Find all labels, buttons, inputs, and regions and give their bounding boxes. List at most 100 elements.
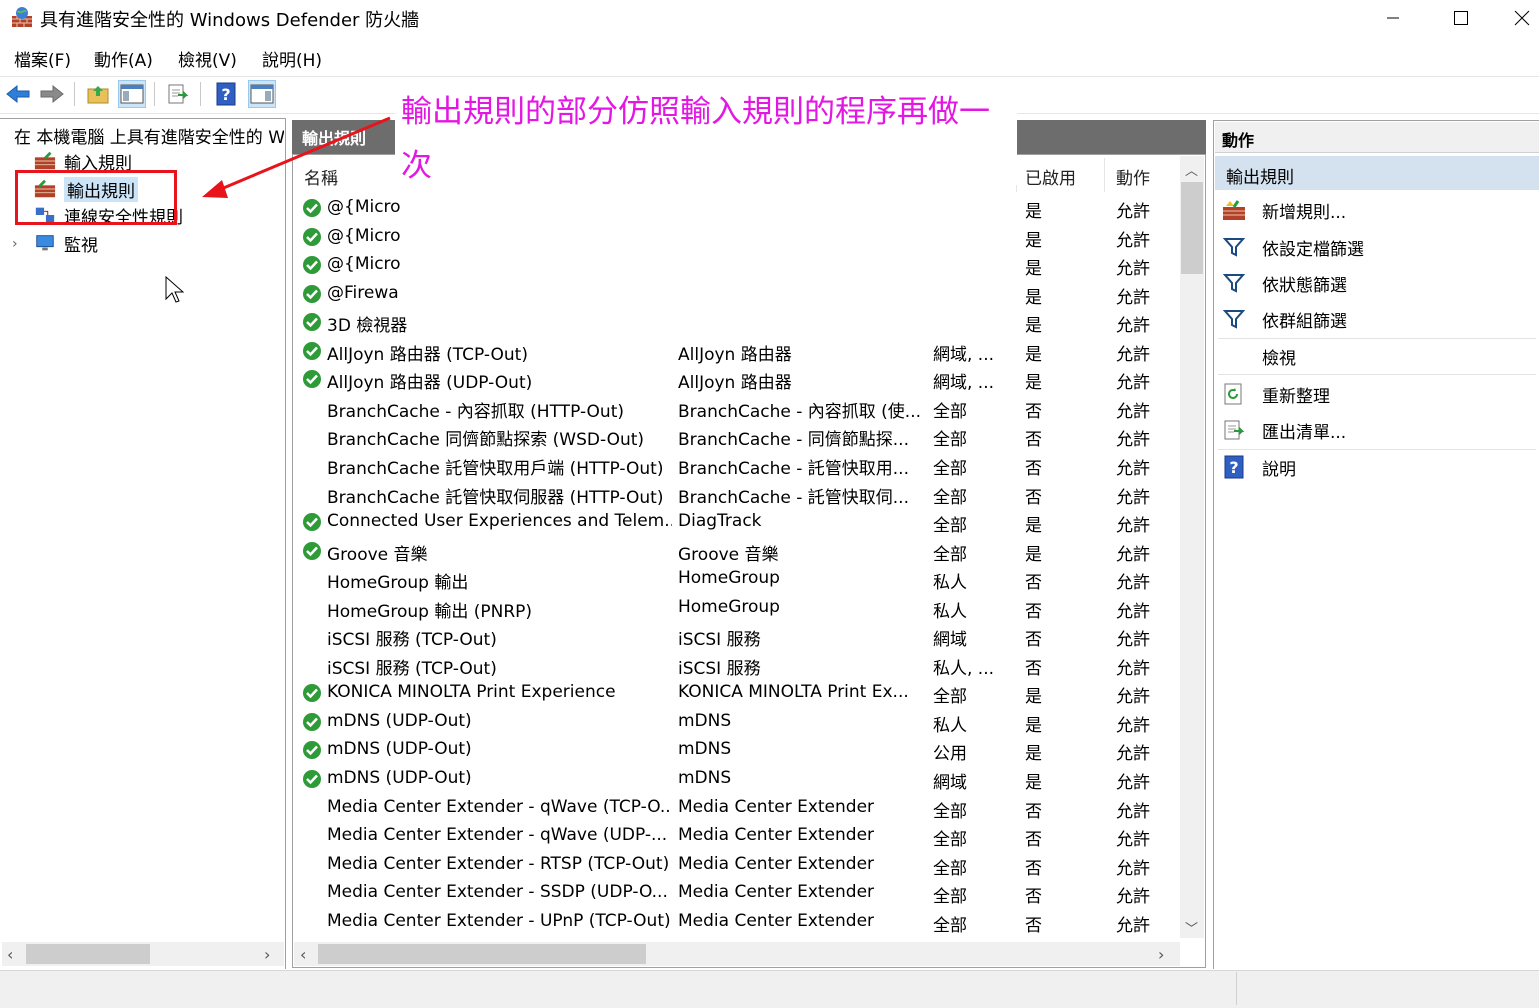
menu-view[interactable]: 檢視(V) <box>178 46 237 71</box>
action-filter-by-state[interactable]: 依狀態篩選 <box>1222 268 1347 298</box>
cell-name: AllJoyn 路由器 (TCP-Out) <box>327 344 528 365</box>
table-row[interactable]: BranchCache 託管快取伺服器 (HTTP-Out) BranchCach… <box>300 480 1180 508</box>
table-row[interactable]: @{Micro 是允許 <box>300 251 1180 279</box>
table-row[interactable]: mDNS (UDP-Out) mDNS 網域 是 允許 <box>300 765 1180 793</box>
cell-group: Media Center Extender <box>678 853 875 874</box>
cell-enabled: 否 <box>1025 430 1042 451</box>
table-row[interactable]: BranchCache 同儕節點探索 (WSD-Out) BranchCache … <box>300 422 1180 450</box>
show-hide-action-button[interactable] <box>248 80 276 108</box>
cell-name: @{Micro <box>327 254 401 275</box>
export-list-icon <box>168 84 189 104</box>
rules-scrollbar-thumb[interactable] <box>1181 182 1203 274</box>
table-row[interactable]: HomeGroup 輸出 HomeGroup 私人 否 允許 <box>300 565 1180 593</box>
action-refresh[interactable]: 重新整理 <box>1222 379 1330 409</box>
filter-icon <box>1223 274 1245 293</box>
table-row[interactable]: BranchCache 託管快取用戶端 (HTTP-Out) BranchCach… <box>300 451 1180 479</box>
table-row[interactable]: @{Micro 是允許 <box>300 223 1180 251</box>
cell-action: 允許 <box>1116 715 1150 736</box>
action-filter-by-profile[interactable]: 依設定檔篩選 <box>1222 232 1364 262</box>
action-new-rule[interactable]: 新增規則... <box>1222 195 1346 225</box>
table-row[interactable]: @Firewa 是 允許 <box>300 280 1180 308</box>
table-row[interactable]: mDNS (UDP-Out) mDNS 私人 是 允許 <box>300 708 1180 736</box>
cell-profile: 全部 <box>933 858 967 879</box>
back-icon <box>6 84 30 104</box>
menu-action[interactable]: 動作(A) <box>94 46 153 71</box>
table-row[interactable]: AllJoyn 路由器 (TCP-Out) AllJoyn 路由器 網域, ... 是… <box>300 337 1180 365</box>
rules-horizontal-thumb[interactable] <box>318 944 646 964</box>
enabled-check-icon <box>303 541 321 560</box>
menu-file[interactable]: 檔案(F) <box>14 46 71 71</box>
table-row[interactable]: Groove 音樂 Groove 音樂 全部 是 允許 <box>300 537 1180 565</box>
table-row[interactable]: KONICA MINOLTA Print Experience KONICA MI… <box>300 679 1180 707</box>
cell-action: 允許 <box>1116 487 1150 508</box>
action-label: 依設定檔篩選 <box>1262 239 1364 260</box>
table-row[interactable]: AllJoyn 路由器 (UDP-Out) AllJoyn 路由器 網域, ... 是… <box>300 365 1180 393</box>
table-row[interactable]: Media Center Extender - UPnP (TCP-Out) Me… <box>300 908 1180 936</box>
help-button[interactable]: ? <box>212 80 240 108</box>
help-icon: ? <box>216 82 236 106</box>
inbound-rules-icon <box>34 151 56 170</box>
cell-profile: 全部 <box>933 516 967 537</box>
cell-profile: 私人 <box>933 715 967 736</box>
cell-group: BranchCache - 內容抓取 (使... <box>678 401 922 422</box>
table-row[interactable]: iSCSI 服務 (TCP-Out) iSCSI 服務 私人, ... 否 允許 <box>300 651 1180 679</box>
table-row[interactable]: Connected User Experiences and Telem... D… <box>300 508 1180 536</box>
cell-action: 允許 <box>1116 259 1150 280</box>
column-header-enabled[interactable]: 已啟用 <box>1025 164 1076 189</box>
table-row[interactable]: BranchCache - 內容抓取 (HTTP-Out) BranchCache… <box>300 394 1180 422</box>
table-row[interactable]: mDNS (UDP-Out) mDNS 公用 是 允許 <box>300 736 1180 764</box>
scroll-left-arrow-icon[interactable]: ‹ <box>300 945 306 964</box>
status-divider <box>1236 972 1237 1005</box>
table-row[interactable]: iSCSI 服務 (TCP-Out) iSCSI 服務 網域 否 允許 <box>300 622 1180 650</box>
enabled-check-icon <box>303 684 321 703</box>
cell-action: 允許 <box>1116 915 1150 936</box>
menu-help[interactable]: 說明(H) <box>262 46 322 71</box>
cell-enabled: 是 <box>1025 715 1042 736</box>
cell-action: 允許 <box>1116 430 1150 451</box>
table-row[interactable]: Media Center Extender - RTSP (TCP-Out) Me… <box>300 851 1180 879</box>
action-filter-by-group[interactable]: 依群組篩選 <box>1222 304 1347 334</box>
expand-chevron-icon[interactable]: › <box>12 236 18 252</box>
scroll-right-arrow-icon[interactable]: › <box>1158 945 1164 964</box>
table-row[interactable]: @{Micro 是允許 <box>300 194 1180 222</box>
column-header-action[interactable]: 動作 <box>1116 164 1150 189</box>
table-row[interactable]: HomeGroup 輸出 (PNRP) HomeGroup 私人 否 允許 <box>300 594 1180 622</box>
table-row[interactable]: Media Center Extender - qWave (UDP-... Me… <box>300 822 1180 850</box>
export-list-button[interactable] <box>164 80 192 108</box>
action-label: 匯出清單... <box>1262 422 1347 443</box>
cell-profile: 全部 <box>933 487 967 508</box>
close-button[interactable] <box>1505 0 1539 36</box>
cell-enabled: 否 <box>1025 887 1042 908</box>
scroll-right-arrow-icon[interactable]: › <box>264 945 270 964</box>
action-export-list[interactable]: 匯出清單... <box>1222 415 1346 445</box>
scroll-up-arrow-icon[interactable]: ︿ <box>1185 160 1198 179</box>
show-hide-tree-icon <box>120 84 144 104</box>
enabled-check-icon <box>303 712 321 731</box>
cell-name: Media Center Extender - UPnP (TCP-Out) <box>327 910 671 931</box>
enabled-check-icon <box>303 370 321 389</box>
minimize-button[interactable] <box>1370 0 1416 36</box>
action-view[interactable]: 檢視 <box>1222 341 1296 371</box>
mouse-cursor-icon <box>165 275 184 303</box>
table-row[interactable]: 3D 檢視器 是 允許 <box>300 308 1180 336</box>
show-hide-tree-button[interactable] <box>118 80 146 108</box>
cell-action: 允許 <box>1116 858 1150 879</box>
window-title: 具有進階安全性的 Windows Defender 防火牆 <box>40 10 420 31</box>
tree-item-label: 監視 <box>64 235 98 256</box>
table-row[interactable]: Media Center Extender - SSDP (UDP-O... Me… <box>300 879 1180 907</box>
left-scrollbar-thumb[interactable] <box>26 944 150 964</box>
scroll-down-arrow-icon[interactable]: ﹀ <box>1185 918 1198 937</box>
forward-button[interactable] <box>38 80 66 108</box>
maximize-button[interactable] <box>1438 0 1484 36</box>
cell-enabled: 是 <box>1025 544 1042 565</box>
cell-group: BranchCache - 同儕節點探... <box>678 430 909 451</box>
cell-group: Media Center Extender <box>678 882 875 903</box>
tree-item-monitoring[interactable]: 監視 <box>34 230 98 256</box>
back-button[interactable] <box>4 80 32 108</box>
table-row[interactable]: Media Center Extender - qWave (TCP-O... M… <box>300 794 1180 822</box>
up-folder-button[interactable] <box>84 80 112 108</box>
action-help[interactable]: ? 說明 <box>1222 452 1296 482</box>
cell-enabled: 是 <box>1025 687 1042 708</box>
scroll-left-arrow-icon[interactable]: ‹ <box>7 945 13 964</box>
filter-icon <box>1223 310 1245 329</box>
